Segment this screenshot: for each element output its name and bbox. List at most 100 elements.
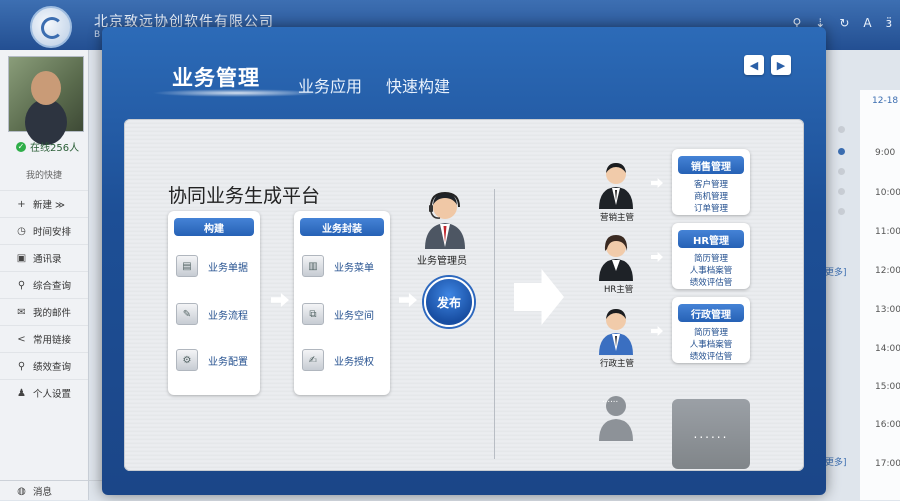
avatar[interactable] [8, 56, 84, 132]
sales-manager-person-icon [599, 163, 633, 209]
plus-icon: + [17, 198, 26, 210]
sidebar-item-new[interactable]: + 新建 ≫ [0, 190, 88, 217]
admin-label: 业务管理员 [417, 256, 467, 267]
sidebar-item-label: 通讯录 [33, 254, 62, 265]
tab-business-apps[interactable]: 业务应用 [298, 73, 362, 97]
clock-icon: ◷ [17, 225, 26, 237]
online-count: 在线256人 [30, 143, 80, 154]
next-button[interactable]: ▶ [771, 55, 791, 75]
mail-icon: ✉ [17, 306, 26, 318]
role-card-title: 销售管理 [678, 156, 744, 174]
package-item[interactable]: ⧉ 业务空间 [302, 303, 374, 325]
role-item[interactable]: 商机管理 [672, 190, 750, 202]
calendar-time: 13:00 [875, 305, 900, 315]
sidebar-item-label: 绩效查询 [33, 362, 72, 373]
role-item[interactable]: 人事档案管 [672, 264, 750, 276]
refresh-tool-icon[interactable]: ↻ [839, 16, 849, 30]
role-card-sales: 销售管理 客户管理 商机管理 订单管理 [672, 149, 750, 215]
auth-icon: ✍ [302, 349, 324, 371]
person-label: HR主管 [604, 285, 634, 295]
admin-person-icon [425, 191, 465, 249]
build-item[interactable]: ▤ 业务单据 [176, 255, 248, 277]
calendar-time: 15:00 [875, 382, 900, 392]
contacts-icon: ▣ [16, 252, 27, 264]
role-card-admin: 行政管理 简历管理 人事档案管 绩效评估管 [672, 297, 750, 363]
role-card-hr: HR管理 简历管理 人事档案管 绩效评估管 [672, 223, 750, 289]
messages-button[interactable]: ◍ 消息 [0, 480, 104, 501]
space-icon: ⧉ [302, 303, 324, 325]
role-item[interactable]: 绩效评估管 [672, 276, 750, 288]
sidebar-item-label: 时间安排 [33, 227, 72, 238]
tab-quick-build[interactable]: 快速构建 [386, 73, 450, 97]
arrow-right-icon [651, 326, 663, 336]
sidebar-item-label: 综合查询 [33, 281, 72, 292]
build-card-title: 构建 [174, 218, 254, 236]
role-card-title: HR管理 [678, 230, 744, 248]
role-item[interactable]: 简历管理 [672, 326, 750, 338]
settings-tool-icon[interactable]: ӟ [886, 16, 892, 30]
person-label: 营销主管 [600, 213, 635, 223]
indicator-dot [838, 126, 845, 133]
search-icon: ⚲ [17, 279, 26, 291]
arrow-right-icon [651, 178, 663, 188]
calendar-time: 9:00 [875, 148, 896, 158]
sidebar-item-label: 新建 ≫ [33, 200, 65, 211]
search-icon: ⚲ [17, 360, 26, 372]
big-arrow-right-icon [514, 269, 564, 325]
calendar-time: 16:00 [875, 420, 900, 430]
build-card: 构建 ▤ 业务单据 ✎ 业务流程 ⚙ 业务配置 [168, 211, 260, 395]
build-item-label: 业务流程 [208, 310, 248, 322]
calendar-time: 17:00 [875, 459, 900, 469]
role-item[interactable]: 简历管理 [672, 252, 750, 264]
arrow-right-icon [271, 293, 289, 307]
package-item-label: 业务空间 [334, 310, 374, 322]
sidebar-item-settings[interactable]: ♟ 个人设置 [0, 379, 88, 406]
sidebar-item-search[interactable]: ⚲ 综合查询 [0, 271, 88, 298]
calendar-time: 10:00 [875, 188, 900, 198]
sidebar-item-label: 常用链接 [33, 335, 72, 346]
sidebar-item-label: 我的邮件 [33, 308, 72, 319]
bell-icon: ◍ [17, 485, 26, 497]
check-icon: ✓ [16, 141, 26, 152]
form-icon: ▤ [176, 255, 198, 277]
sidebar-item-performance[interactable]: ⚲ 绩效查询 [0, 352, 88, 379]
publish-button[interactable]: 发布 [424, 277, 474, 327]
messages-label: 消息 [33, 487, 53, 498]
prev-button[interactable]: ◀ [744, 55, 764, 75]
role-item[interactable]: 订单管理 [672, 202, 750, 214]
role-item[interactable]: 客户管理 [672, 178, 750, 190]
tab-business-management[interactable]: 业务管理 [172, 62, 260, 92]
font-size-tool-icon[interactable]: A [863, 16, 871, 30]
sidebar: ✓ 在线256人 我的快捷 + 新建 ≫ ◷ 时间安排 ▣ 通讯录 ⚲ 综合查询… [0, 50, 104, 500]
indicator-dot [838, 188, 845, 195]
sidebar-item-schedule[interactable]: ◷ 时间安排 [0, 217, 88, 244]
build-item[interactable]: ⚙ 业务配置 [176, 349, 248, 371]
flow-icon: ✎ [176, 303, 198, 325]
sidebar-item-mail[interactable]: ✉ 我的邮件 [0, 298, 88, 325]
indicator-dot [838, 208, 845, 215]
platform-title: 协同业务生成平台 [168, 185, 321, 207]
package-item[interactable]: ✍ 业务授权 [302, 349, 374, 371]
arrow-right-icon [651, 252, 663, 262]
user-icon: ♟ [17, 387, 26, 399]
role-item[interactable]: 绩效评估管 [672, 350, 750, 362]
company-logo-icon [30, 6, 72, 48]
business-management-modal: 业务管理 业务应用 快速构建 ◀ ▶ 协同业务生成平台 构建 ▤ 业务单据 ✎ … [102, 27, 826, 495]
online-status: ✓ 在线256人 [16, 139, 79, 154]
sidebar-item-links[interactable]: < 常用链接 [0, 325, 88, 352]
gear-icon: ⚙ [176, 349, 198, 371]
platform-panel: 协同业务生成平台 构建 ▤ 业务单据 ✎ 业务流程 ⚙ 业务配置 业务封装 ▥ … [124, 119, 804, 471]
calendar-time: 14:00 [875, 344, 900, 354]
quick-links-title: 我的快捷 [25, 171, 62, 181]
build-item-label: 业务单据 [208, 262, 248, 274]
hr-manager-person-icon [599, 235, 633, 281]
sidebar-item-contacts[interactable]: ▣ 通讯录 [0, 244, 88, 271]
package-card: 业务封装 ▥ 业务菜单 ⧉ 业务空间 ✍ 业务授权 [294, 211, 390, 395]
more-link[interactable]: 更多] [825, 265, 847, 278]
package-item[interactable]: ▥ 业务菜单 [302, 255, 374, 277]
placeholder-dots: ...... [602, 395, 619, 405]
role-item[interactable]: 人事档案管 [672, 338, 750, 350]
build-item-label: 业务配置 [208, 356, 248, 368]
build-item[interactable]: ✎ 业务流程 [176, 303, 248, 325]
more-link[interactable]: 更多] [825, 455, 847, 468]
